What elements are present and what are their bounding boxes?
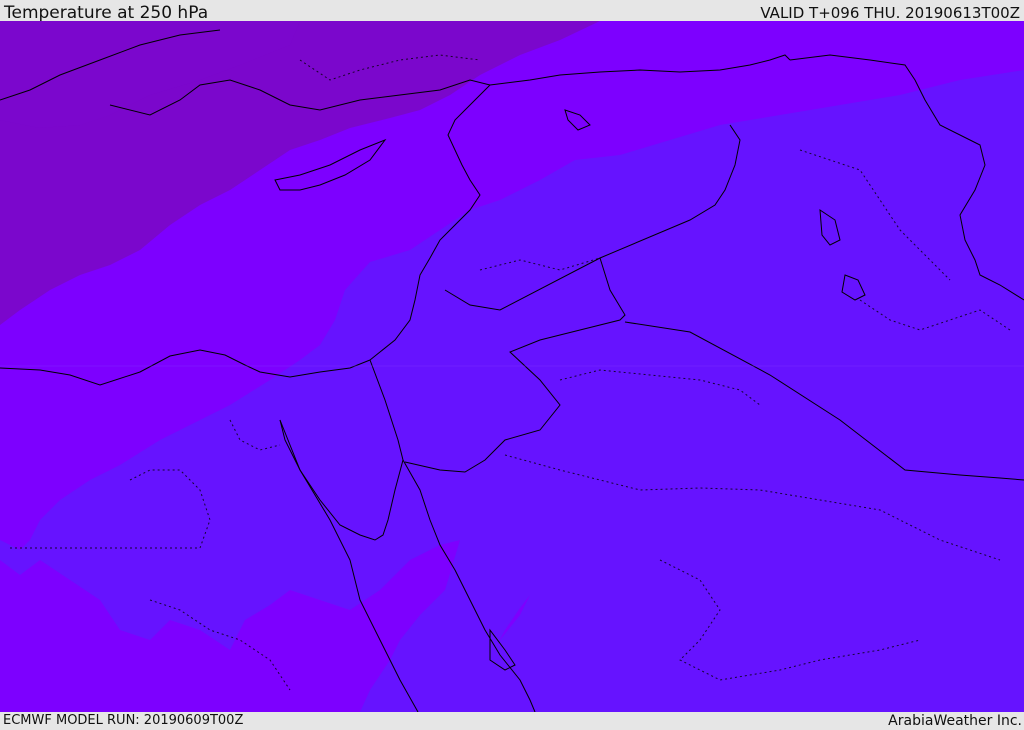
footer-bar: ECMWF MODEL RUN: 20190609T00Z ArabiaWeat… <box>0 712 1024 729</box>
map-title: Temperature at 250 hPa <box>4 3 209 23</box>
model-run-label: ECMWF MODEL RUN: 20190609T00Z <box>3 713 244 728</box>
valid-time: VALID T+096 THU. 20190613T00Z <box>760 4 1020 22</box>
brand-label: ArabiaWeather Inc. <box>888 713 1022 729</box>
header-bar: Temperature at 250 hPa VALID T+096 THU. … <box>0 0 1024 23</box>
temperature-map <box>0 21 1024 712</box>
